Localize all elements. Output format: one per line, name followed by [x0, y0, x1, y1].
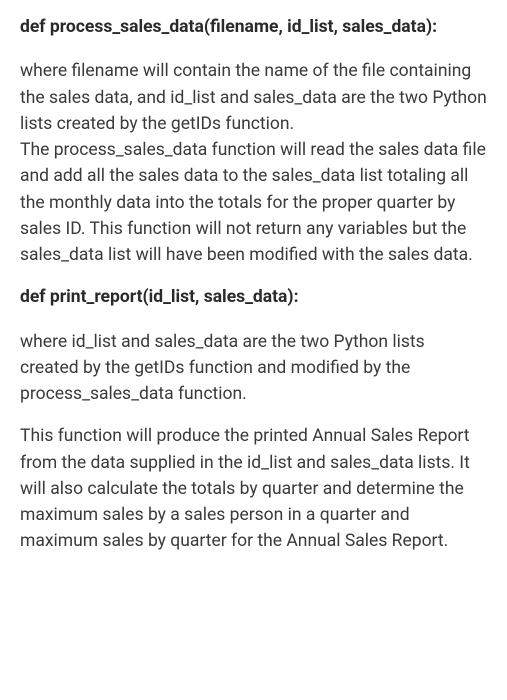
- function-signature-1: def process_sales_data(filename, id_list…: [20, 14, 487, 40]
- function-signature-2: def print_report(id_list, sales_data):: [20, 284, 487, 310]
- paragraph-text: where id_list and sales_data are the two…: [20, 329, 487, 408]
- paragraph-text: The process_sales_data function will rea…: [20, 137, 487, 268]
- paragraph-text: where filename will contain the name of …: [20, 58, 487, 137]
- paragraph-text: This function will produce the printed A…: [20, 423, 487, 554]
